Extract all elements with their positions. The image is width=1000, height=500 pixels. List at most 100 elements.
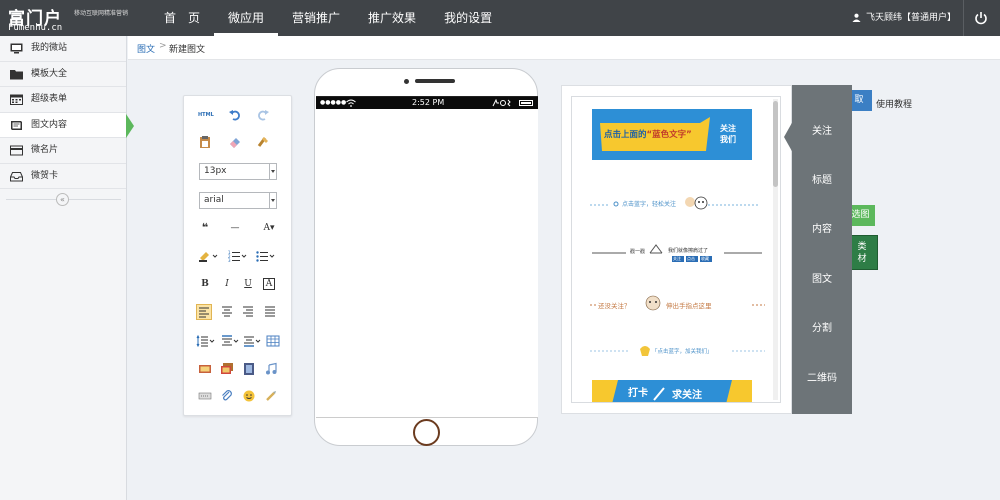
material-item-follow-banner[interactable]: 点击上面的“蓝色文字” 关注 我们	[592, 109, 752, 160]
line2-top: 戳一戳	[630, 249, 646, 255]
tab-follow[interactable]: 关注	[792, 122, 852, 142]
font-color-button[interactable]: A▾	[258, 221, 280, 235]
material-item-blue-text-line[interactable]: 「点击蓝字，加关我们」	[590, 341, 765, 361]
attachment-icon[interactable]	[220, 389, 234, 403]
main-nav: 首 页 微应用 营销推广 推广效果 我的设置	[150, 0, 506, 36]
font-size-select[interactable]: 13px	[199, 163, 277, 180]
redo-icon[interactable]	[256, 108, 270, 122]
sidebar-item-forms[interactable]: 超级表单	[0, 87, 126, 113]
material-list[interactable]: 点击上面的“蓝色文字” 关注 我们 点击蓝字，轻松关注 戳一戳 我们就像擦肩过了…	[571, 96, 781, 403]
user-label: 飞天顾纬【普通用户】	[865, 13, 956, 23]
video-icon[interactable]	[242, 362, 256, 376]
nav-item-marketing[interactable]: 营销推广	[278, 0, 354, 36]
insert-image-icon[interactable]	[198, 362, 212, 376]
unordered-list-icon[interactable]	[256, 249, 276, 263]
power-icon[interactable]	[974, 11, 988, 25]
top-navbar: 富门户 移动互联网精准营销 Fumenhu.cn 首 页 微应用 营销推广 推广…	[0, 0, 1000, 36]
divider	[963, 0, 964, 36]
tab-image-text[interactable]: 图文	[792, 270, 852, 290]
material-scrollbar[interactable]	[773, 99, 778, 400]
folder-icon	[10, 69, 23, 79]
signal-icon: ●●●●●	[320, 99, 347, 106]
font-family-select[interactable]: arial	[199, 192, 277, 209]
line2-btn-save: 收藏	[701, 256, 709, 261]
paragraph-spacing-top-icon[interactable]	[220, 334, 240, 348]
paste-icon[interactable]	[198, 135, 212, 149]
banner2-right: 求关注	[672, 390, 702, 401]
eraser-icon[interactable]	[228, 135, 242, 149]
tab-divider[interactable]: 分割	[792, 319, 852, 339]
user-menu[interactable]: 飞天顾纬【普通用户】	[852, 0, 956, 36]
line2-btn-follow: 关注	[673, 256, 681, 261]
nav-item-home[interactable]: 首 页	[150, 0, 214, 36]
tab-content[interactable]: 内容	[792, 220, 852, 240]
font-family-value: arial	[204, 195, 224, 205]
align-justify-icon[interactable]	[263, 304, 277, 318]
material-panel: 点击上面的“蓝色文字” 关注 我们 点击蓝字，轻松关注 戳一戳 我们就像擦肩过了…	[561, 85, 792, 414]
undo-icon[interactable]	[228, 108, 242, 122]
chevron-down-icon	[269, 193, 276, 208]
blockquote-button[interactable]: ❝	[198, 221, 212, 235]
phone-screen[interactable]: ●●●●● 2:52 PM	[316, 96, 538, 418]
line1-text: 点击蓝字，轻松关注	[622, 201, 677, 208]
monitor-icon	[10, 43, 23, 54]
table-icon[interactable]	[266, 334, 280, 348]
font-color-label: A	[263, 223, 270, 233]
sidebar-item-card[interactable]: 微名片	[0, 138, 126, 164]
nav-item-micro-app[interactable]: 微应用	[214, 0, 279, 36]
nav-item-settings[interactable]: 我的设置	[430, 0, 506, 36]
collapse-sidebar-button[interactable]: «	[56, 193, 69, 206]
banner-text-right: 关注 我们	[720, 124, 736, 144]
help-link[interactable]: 使用教程	[876, 97, 912, 110]
ordered-list-icon[interactable]: 123	[228, 249, 248, 263]
sidebar-item-my-site[interactable]: 我的微站	[0, 36, 126, 62]
clear-format-icon[interactable]	[264, 389, 278, 403]
paragraph-spacing-bottom-icon[interactable]	[242, 334, 262, 348]
sidebar-item-templates[interactable]: 模板大全	[0, 62, 126, 87]
scrollbar-thumb[interactable]	[773, 101, 778, 187]
code-icon[interactable]	[198, 389, 212, 403]
sidebar-item-articles[interactable]: 图文内容	[0, 112, 134, 138]
card-icon	[10, 145, 23, 156]
font-size-value: 13px	[204, 166, 227, 176]
breadcrumb-separator: >	[159, 41, 167, 51]
underline-button[interactable]: U	[241, 277, 255, 291]
tab-title[interactable]: 标题	[792, 171, 852, 191]
banner-text-mid: “蓝色文字”	[646, 130, 692, 140]
horizontal-rule-button[interactable]: —	[228, 221, 242, 235]
breadcrumb-current: 新建图文	[169, 45, 206, 55]
tab-qrcode[interactable]: 二维码	[792, 369, 852, 389]
align-left-icon[interactable]	[196, 304, 212, 320]
align-center-icon[interactable]	[220, 304, 234, 318]
align-right-icon[interactable]	[241, 304, 255, 318]
multi-image-icon[interactable]	[220, 362, 234, 376]
border-text-button[interactable]: A	[263, 278, 275, 290]
sidebar-item-label: 我的微站	[31, 43, 68, 53]
music-icon[interactable]	[264, 362, 278, 376]
battery-icon	[519, 100, 533, 106]
material-item-click-follow-line[interactable]: 点击蓝字，轻松关注	[590, 193, 760, 213]
bold-button[interactable]: B	[198, 277, 212, 291]
home-button[interactable]	[413, 419, 440, 446]
logo-domain: Fumenhu.cn	[8, 23, 63, 33]
italic-button[interactable]: I	[220, 277, 234, 291]
nav-item-effects[interactable]: 推广效果	[354, 0, 430, 36]
line-height-icon[interactable]	[196, 334, 216, 348]
material-item-checkin-banner[interactable]: 打卡 求关注	[592, 380, 752, 402]
material-item-poke-line[interactable]: 戳一戳 我们就像擦肩过了 关注 点击 收藏	[592, 239, 762, 267]
line2-btn-click: 点击	[687, 256, 695, 261]
calendar-icon	[10, 94, 23, 105]
emoji-icon[interactable]	[242, 389, 256, 403]
highlight-icon[interactable]	[198, 249, 218, 263]
book-icon	[11, 120, 22, 130]
phone-preview: ●●●●● 2:52 PM	[314, 68, 538, 446]
html-source-button[interactable]: HTML	[198, 108, 214, 122]
sidebar-item-label: 微名片	[31, 145, 59, 155]
breadcrumb-link-articles[interactable]: 图文	[137, 42, 155, 55]
material-item-not-followed-line[interactable]: 还没关注？ 伸出手指点这里	[590, 293, 765, 315]
sidebar-item-greeting-card[interactable]: 微贺卡	[0, 164, 126, 189]
line2-mid: 我们就像擦肩过了	[668, 248, 709, 254]
format-painter-icon[interactable]	[256, 135, 270, 149]
banner2-left: 打卡	[628, 388, 648, 399]
logo[interactable]: 富门户 移动互联网精准营销 Fumenhu.cn	[8, 4, 138, 33]
